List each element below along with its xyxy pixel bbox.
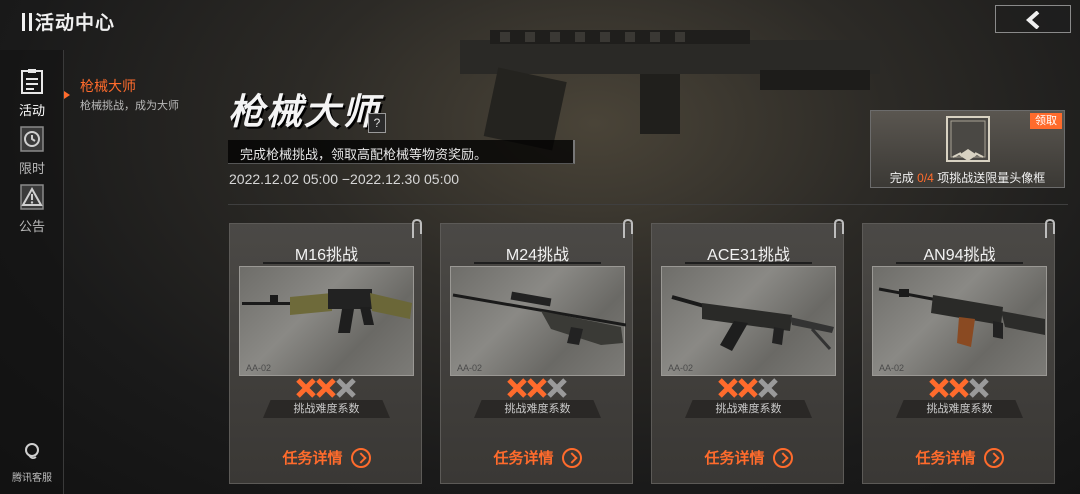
task-detail-button[interactable]: 任务详情 <box>230 447 423 471</box>
reward-suffix: 项挑战送限量头像框 <box>937 171 1046 185</box>
difficulty-label: 挑战难度系数 <box>263 400 390 418</box>
task-detail-label: 任务详情 <box>282 450 343 467</box>
difficulty-label-text: 挑战难度系数 <box>715 403 782 415</box>
difficulty-star-icon <box>738 378 758 398</box>
difficulty-label-text: 挑战难度系数 <box>926 403 993 415</box>
clock-icon <box>20 126 44 152</box>
sidebar-item-notice[interactable]: 公告 <box>0 174 64 234</box>
event-description-text: 完成枪械挑战，领取高配枪械等物资奖励。 <box>240 147 488 162</box>
m16-rifle-image <box>242 289 412 333</box>
photo-tag: AA-02 <box>668 363 694 373</box>
card-title-underline <box>896 262 1023 264</box>
difficulty-label: 挑战难度系数 <box>685 400 812 418</box>
customer-service-label: 腾讯客服 <box>12 473 52 484</box>
divider <box>228 204 1068 205</box>
task-detail-button[interactable]: 任务详情 <box>441 447 634 471</box>
event-description: 完成枪械挑战，领取高配枪械等物资奖励。 <box>228 140 575 164</box>
chevron-right-circle-icon <box>350 447 371 468</box>
chevron-left-icon <box>1025 11 1040 29</box>
task-detail-button[interactable]: 任务详情 <box>652 447 845 471</box>
claim-button[interactable]: 领取 <box>1030 113 1062 129</box>
difficulty-star-icon <box>547 378 567 398</box>
weapon-photo: AA-02 <box>872 266 1047 376</box>
reward-progress: 0/4 <box>917 171 934 185</box>
challenge-card-m24: M24挑战 AA-02 挑战难度系数 任务详情 <box>440 218 634 484</box>
customer-service-icon <box>25 443 39 460</box>
difficulty-label-text: 挑战难度系数 <box>293 403 360 415</box>
card-title-underline <box>263 262 390 264</box>
sidebar-item-activity[interactable]: 活动 <box>0 58 64 118</box>
an94-rifle-image <box>878 287 1045 347</box>
chevron-right-circle-icon <box>772 447 793 468</box>
task-detail-label: 任务详情 <box>915 450 976 467</box>
clipboard-icon <box>21 69 43 94</box>
paperclip-icon <box>623 218 633 238</box>
chevron-right-circle-icon <box>983 447 1004 468</box>
challenge-card-m16: M16挑战 AA-02 挑战难度系数 任务详情 <box>229 218 423 484</box>
task-detail-label: 任务详情 <box>704 450 765 467</box>
sidebar-item-limited[interactable]: 限时 <box>0 116 64 176</box>
top-bar: 活动中心 <box>0 0 1080 40</box>
chevron-right-circle-icon <box>561 447 582 468</box>
challenge-card-an94: AN94挑战 AA-02 挑战难度系数 任务详情 <box>862 218 1056 484</box>
event-dates: 2022.12.02 05:00 −2022.12.30 05:00 <box>229 171 460 187</box>
app-logo-icon <box>22 13 32 31</box>
difficulty-star-icon <box>969 378 989 398</box>
difficulty-label: 挑战难度系数 <box>896 400 1023 418</box>
app-title-text: 活动中心 <box>35 13 116 34</box>
photo-tag: AA-02 <box>246 363 272 373</box>
difficulty-star-icon <box>527 378 547 398</box>
selected-arrow-icon <box>64 91 70 99</box>
challenge-card-ace31: ACE31挑战 AA-02 挑战难度系数 任务详情 <box>651 218 845 484</box>
difficulty-rating <box>718 378 778 398</box>
task-detail-label: 任务详情 <box>493 450 554 467</box>
reward-prefix: 完成 <box>889 171 914 185</box>
app-title: 活动中心 <box>22 8 115 35</box>
help-button[interactable]: ? <box>368 113 386 133</box>
difficulty-star-icon <box>718 378 738 398</box>
difficulty-star-icon <box>929 378 949 398</box>
sidebar: 活动 限时 公告 腾讯客服 <box>0 50 64 494</box>
difficulty-rating <box>929 378 989 398</box>
difficulty-star-icon <box>336 378 356 398</box>
difficulty-rating <box>296 378 356 398</box>
paperclip-icon <box>834 218 844 238</box>
page-title: 枪械大师 <box>228 91 381 132</box>
paperclip-icon <box>1045 218 1055 238</box>
difficulty-label-text: 挑战难度系数 <box>504 403 571 415</box>
reward-label: 完成 0/4 项挑战送限量头像框 <box>871 169 1064 186</box>
difficulty-star-icon <box>316 378 336 398</box>
difficulty-star-icon <box>758 378 778 398</box>
weapon-photo: AA-02 <box>239 266 414 376</box>
difficulty-star-icon <box>949 378 969 398</box>
customer-service-button[interactable]: 腾讯客服 <box>0 442 64 484</box>
card-title-underline <box>474 262 601 264</box>
difficulty-label: 挑战难度系数 <box>474 400 601 418</box>
photo-tag: AA-02 <box>879 363 905 373</box>
ace31-rifle-image <box>671 295 834 351</box>
difficulty-rating <box>507 378 567 398</box>
difficulty-star-icon <box>296 378 316 398</box>
back-button[interactable] <box>995 5 1071 33</box>
task-detail-button[interactable]: 任务详情 <box>863 447 1056 471</box>
photo-tag: AA-02 <box>457 363 483 373</box>
weapon-photo: AA-02 <box>450 266 626 376</box>
warning-icon <box>20 184 44 210</box>
submenu-title: 枪械大师 <box>80 78 136 94</box>
paperclip-icon <box>412 218 422 238</box>
m24-rifle-image <box>452 291 626 345</box>
weapon-photo: AA-02 <box>661 266 836 376</box>
card-title-underline <box>685 262 812 264</box>
submenu-subtitle: 枪械挑战，成为大师 <box>80 100 179 112</box>
sidebar-item-label: 公告 <box>18 219 45 234</box>
difficulty-star-icon <box>507 378 527 398</box>
reward-panel: 领取 完成 0/4 项挑战送限量头像框 <box>870 110 1065 188</box>
avatar-frame-icon <box>946 116 990 162</box>
